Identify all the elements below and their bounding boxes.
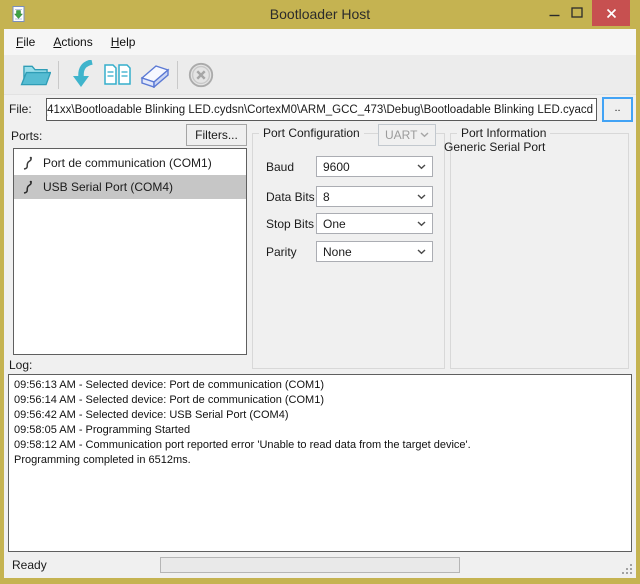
port-information-group: Port Information Generic Serial Port <box>450 133 629 369</box>
chevron-down-icon <box>417 164 426 170</box>
status-bar: Ready <box>4 552 636 578</box>
minimize-icon <box>549 8 560 18</box>
minimize-button[interactable] <box>543 0 565 25</box>
log-line: 09:56:42 AM - Selected device: USB Seria… <box>14 408 626 423</box>
chevron-down-icon <box>417 194 426 200</box>
abort-icon <box>187 61 215 89</box>
status-text: Ready <box>12 552 47 578</box>
serial-port-icon <box>22 180 34 195</box>
menu-bar: File Actions Help <box>4 29 636 55</box>
browse-button[interactable]: .. <box>602 97 633 122</box>
port-name: Port de communication (COM1) <box>43 156 212 170</box>
filters-button[interactable]: Filters... <box>186 124 247 146</box>
chevron-down-icon <box>420 132 429 138</box>
titlebar[interactable]: Bootloader Host <box>0 0 640 29</box>
log-line: 09:56:14 AM - Selected device: Port de c… <box>14 393 626 408</box>
program-button[interactable] <box>64 57 100 93</box>
parity-label: Parity <box>266 245 297 259</box>
menu-actions[interactable]: Actions <box>44 29 101 55</box>
maximize-button[interactable] <box>566 0 588 25</box>
toolbar-separator <box>177 61 178 89</box>
stop-bits-label: Stop Bits <box>266 217 314 231</box>
port-information-text: Generic Serial Port <box>444 140 545 154</box>
file-label: File: <box>9 102 32 116</box>
menu-help[interactable]: Help <box>102 29 145 55</box>
baud-row: Baud 9600 <box>266 156 433 177</box>
port-configuration-title: Port Configuration <box>259 126 364 140</box>
chevron-down-icon <box>417 221 426 227</box>
log-line: 09:56:13 AM - Selected device: Port de c… <box>14 378 626 393</box>
log-line: 09:58:12 AM - Communication port reporte… <box>14 438 626 453</box>
port-list-item[interactable]: Port de communication (COM1) <box>14 151 246 175</box>
data-bits-label: Data Bits <box>266 190 315 204</box>
port-configuration-group: Port Configuration Baud 9600 Data Bits 8… <box>252 133 445 369</box>
file-path-input[interactable]: ader_41xx\Bootloadable Blinking LED.cyds… <box>46 98 597 121</box>
verify-icon <box>103 62 133 88</box>
program-icon <box>68 60 96 90</box>
serial-port-icon <box>22 156 34 171</box>
stop-bits-row: Stop Bits One <box>266 213 433 234</box>
stop-bits-select[interactable]: One <box>316 213 433 234</box>
resize-grip[interactable] <box>621 563 633 575</box>
maximize-icon <box>571 7 583 18</box>
toolbar <box>4 55 636 95</box>
baud-select[interactable]: 9600 <box>316 156 433 177</box>
file-path-value: ader_41xx\Bootloadable Blinking LED.cyds… <box>46 104 593 116</box>
bootloader-host-window: Bootloader Host File Actions Help <box>0 0 640 584</box>
close-icon <box>606 8 617 19</box>
port-information-title: Port Information <box>457 126 550 140</box>
port-list-item-selected[interactable]: USB Serial Port (COM4) <box>14 175 246 199</box>
port-name: USB Serial Port (COM4) <box>43 180 173 194</box>
open-file-icon <box>20 62 51 88</box>
erase-button[interactable] <box>136 57 172 93</box>
progress-bar <box>160 557 460 573</box>
toolbar-separator <box>58 61 59 89</box>
verify-button[interactable] <box>100 57 136 93</box>
close-button[interactable] <box>592 0 630 26</box>
abort-button[interactable] <box>183 57 219 93</box>
protocol-select[interactable]: UART <box>378 124 436 146</box>
log-line: 09:58:05 AM - Programming Started <box>14 423 626 438</box>
menu-file[interactable]: File <box>7 29 44 55</box>
log-line: Programming completed in 6512ms. <box>14 453 626 468</box>
parity-row: Parity None <box>266 241 433 262</box>
log-output[interactable]: 09:56:13 AM - Selected device: Port de c… <box>8 374 632 552</box>
parity-select[interactable]: None <box>316 241 433 262</box>
client-area: File Actions Help <box>4 29 636 578</box>
ports-list[interactable]: Port de communication (COM1) USB Serial … <box>13 148 247 355</box>
data-bits-select[interactable]: 8 <box>316 186 433 207</box>
ports-label: Ports: <box>11 129 42 143</box>
open-file-button[interactable] <box>17 57 53 93</box>
data-bits-row: Data Bits 8 <box>266 186 433 207</box>
log-label: Log: <box>9 358 32 372</box>
chevron-down-icon <box>417 249 426 255</box>
baud-label: Baud <box>266 160 294 174</box>
erase-icon <box>139 62 170 88</box>
